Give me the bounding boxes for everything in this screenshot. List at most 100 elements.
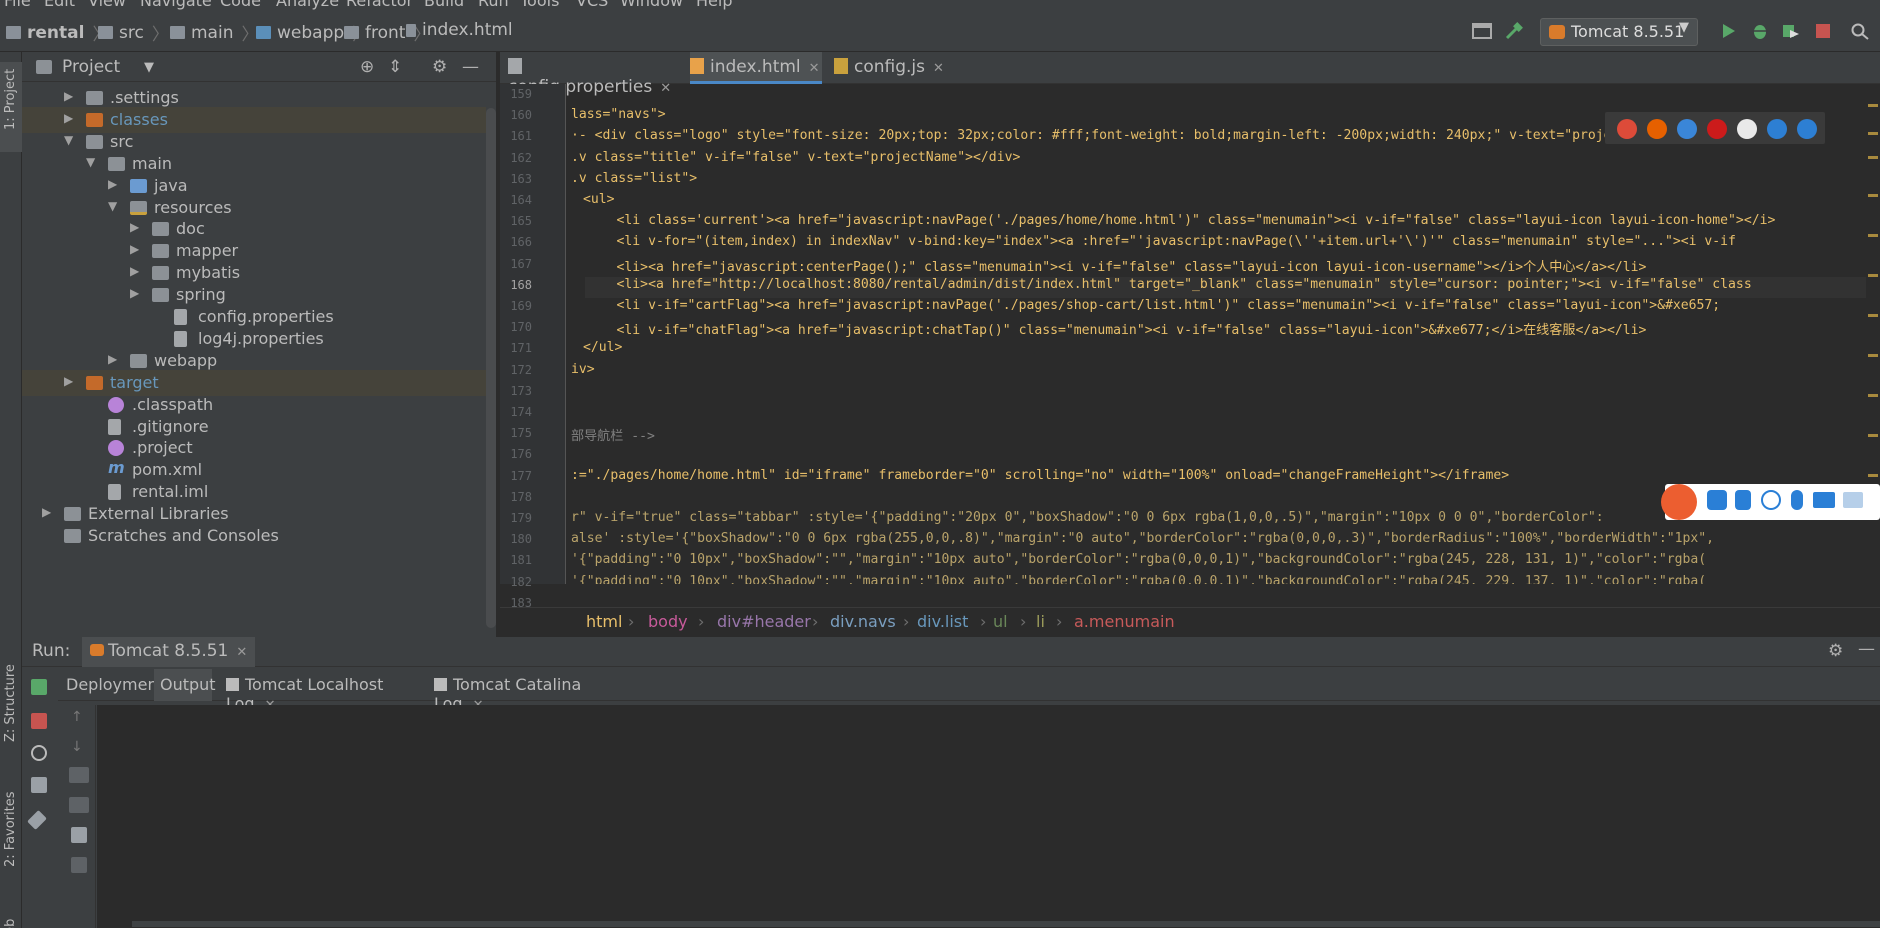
project-panel-title[interactable]: Project	[62, 57, 120, 77]
chrome-icon[interactable]	[1617, 119, 1637, 139]
code-line[interactable]: <li v-if="chatFlag"><a href="javascript:…	[585, 319, 1647, 340]
soft-wrap-icon[interactable]	[69, 767, 89, 783]
warning-marker[interactable]	[1868, 104, 1878, 107]
code-line[interactable]: .v class="list">	[571, 171, 697, 192]
tab-deployment[interactable]: Deployment	[58, 669, 164, 701]
collapsed-arrow-icon[interactable]: ▶	[64, 111, 73, 125]
yandex-icon[interactable]	[1737, 119, 1757, 139]
collapsed-arrow-icon[interactable]: ▶	[42, 505, 51, 519]
code-line[interactable]: '{"padding":"0 10px","boxShadow":"","mar…	[571, 552, 1706, 573]
run-tab-tomcat[interactable]: Tomcat 8.5.51 ✕	[82, 637, 256, 667]
warning-marker[interactable]	[1868, 434, 1878, 437]
collapsed-arrow-icon[interactable]: ▶	[108, 177, 117, 191]
tab-output[interactable]: Output	[154, 669, 216, 701]
menu-view[interactable]: View	[88, 0, 126, 10]
code-line[interactable]: <ul>	[583, 192, 615, 213]
collapsed-arrow-icon[interactable]: ▶	[130, 220, 139, 234]
tab-tomcat-catalina-log[interactable]: Tomcat Catalina Log✕	[426, 669, 622, 713]
coverage-icon[interactable]	[1780, 22, 1800, 40]
opera-icon[interactable]	[1707, 119, 1727, 139]
menu-analyze[interactable]: Analyze	[276, 0, 339, 10]
run-configuration-select[interactable]: Tomcat 8.5.51 ▼	[1540, 18, 1698, 46]
hide-panel-icon[interactable]: —	[1858, 639, 1875, 659]
favorites-tool-label[interactable]: 2: Favorites	[3, 791, 18, 867]
breadcrumb-ul[interactable]: ul	[993, 612, 1008, 631]
down-arrow-icon[interactable]: ↓	[71, 739, 87, 755]
nav-crumb-index-html[interactable]: index.html	[406, 20, 513, 40]
code-line[interactable]: <li><a href="javascript:centerPage();" c…	[585, 256, 1647, 277]
breadcrumb-html[interactable]: html	[586, 612, 622, 631]
update-icon[interactable]	[31, 745, 47, 761]
close-icon[interactable]: ✕	[809, 61, 820, 76]
breadcrumb-div-header[interactable]: div#header	[717, 612, 811, 631]
menu-build[interactable]: Build	[424, 0, 464, 10]
collapse-all-icon[interactable]: ⇕	[388, 57, 402, 77]
chinese-mode-icon[interactable]	[1707, 490, 1727, 510]
code-line[interactable]: </ul>	[583, 340, 622, 361]
nav-crumb-src[interactable]: src 〉	[98, 20, 169, 45]
menu-code[interactable]: Code	[220, 0, 261, 10]
debug-icon[interactable]	[1750, 22, 1770, 40]
tab-config-properties[interactable]: config.properties ✕	[508, 52, 686, 97]
run-icon[interactable]	[1718, 22, 1738, 40]
firefox-icon[interactable]	[1647, 119, 1667, 139]
project-tool-label[interactable]: 1: Project	[3, 69, 18, 130]
breadcrumb-body[interactable]: body	[648, 612, 688, 631]
expanded-arrow-icon[interactable]: ▼	[108, 199, 117, 213]
scroll-to-end-icon[interactable]	[69, 797, 89, 813]
collapsed-arrow-icon[interactable]: ▶	[64, 89, 73, 103]
punctuation-icon[interactable]	[1735, 490, 1751, 510]
expanded-arrow-icon[interactable]: ▼	[64, 133, 73, 147]
gear-icon[interactable]: ⚙	[432, 57, 447, 77]
warning-marker[interactable]	[1868, 156, 1878, 159]
warning-marker[interactable]	[1868, 394, 1878, 397]
collapsed-arrow-icon[interactable]: ▶	[64, 374, 73, 388]
code-line[interactable]: 部导航栏 -->	[571, 425, 655, 446]
close-icon[interactable]: ✕	[236, 645, 247, 660]
code-line[interactable]: <li v-if="cartFlag"><a href="javascript:…	[585, 298, 1721, 319]
menu-navigate[interactable]: Navigate	[140, 0, 212, 10]
safari-icon[interactable]	[1677, 119, 1697, 139]
menu-window[interactable]: Window	[620, 0, 683, 10]
code-line[interactable]: <li v-for="(item,index) in indexNav" v-b…	[585, 234, 1736, 255]
collapsed-arrow-icon[interactable]: ▶	[130, 242, 139, 256]
code-line[interactable]: alse' :style='{"boxShadow":"0 0 6px rgba…	[571, 531, 1714, 552]
search-icon[interactable]	[1850, 22, 1870, 40]
console-output[interactable]	[97, 705, 1880, 928]
print-icon[interactable]	[71, 827, 87, 843]
warning-marker[interactable]	[1868, 314, 1878, 317]
keyboard-icon[interactable]	[1813, 492, 1835, 508]
locate-icon[interactable]: ⊕	[360, 57, 374, 77]
window-layout-icon[interactable]	[1472, 22, 1492, 40]
code-line[interactable]: '{"padding":"0 10px","boxShadow":"","mar…	[571, 574, 1706, 584]
menu-edit[interactable]: Edit	[44, 0, 75, 10]
trash-icon[interactable]	[71, 857, 87, 873]
code-line[interactable]: <li class='current'><a href="javascript:…	[585, 213, 1776, 234]
hide-panel-icon[interactable]: —	[462, 57, 479, 77]
code-line[interactable]: lass="navs">	[571, 107, 666, 128]
menu-tools[interactable]: Tools	[520, 0, 559, 10]
ime-toolbar[interactable]	[1661, 484, 1880, 520]
sogou-icon[interactable]	[1661, 484, 1697, 520]
menu-file[interactable]: File	[4, 0, 31, 10]
close-icon[interactable]: ✕	[933, 61, 944, 76]
menu-vcs[interactable]: VCS	[576, 0, 608, 10]
skin-icon[interactable]	[1843, 492, 1863, 508]
build-hammer-icon[interactable]	[1504, 22, 1524, 40]
collapsed-arrow-icon[interactable]: ▶	[108, 352, 117, 366]
edge-icon[interactable]	[1797, 119, 1817, 139]
code-line[interactable]: :="./pages/home/home.html" id="iframe" f…	[571, 468, 1509, 489]
collapsed-arrow-icon[interactable]: ▶	[130, 286, 139, 300]
menu-refactor[interactable]: Refactor	[346, 0, 413, 10]
menu-run[interactable]: Run	[478, 0, 509, 10]
tree-item[interactable]: Scratches and Consoles	[22, 523, 486, 549]
warning-marker[interactable]	[1868, 194, 1878, 197]
nav-crumb-rental[interactable]: rental〉	[6, 20, 109, 45]
breadcrumb-a-menumain[interactable]: a.menumain	[1074, 612, 1175, 631]
chevron-down-icon[interactable]: ▼	[144, 60, 154, 75]
structure-tool-label[interactable]: Z: Structure	[3, 664, 18, 742]
gear-icon[interactable]: ⚙	[1828, 641, 1843, 661]
warning-marker[interactable]	[1868, 132, 1878, 135]
code-line[interactable]: r" v-if="true" class="tabbar" :style='{"…	[571, 510, 1604, 531]
breadcrumb-div-navs[interactable]: div.navs	[830, 612, 896, 631]
